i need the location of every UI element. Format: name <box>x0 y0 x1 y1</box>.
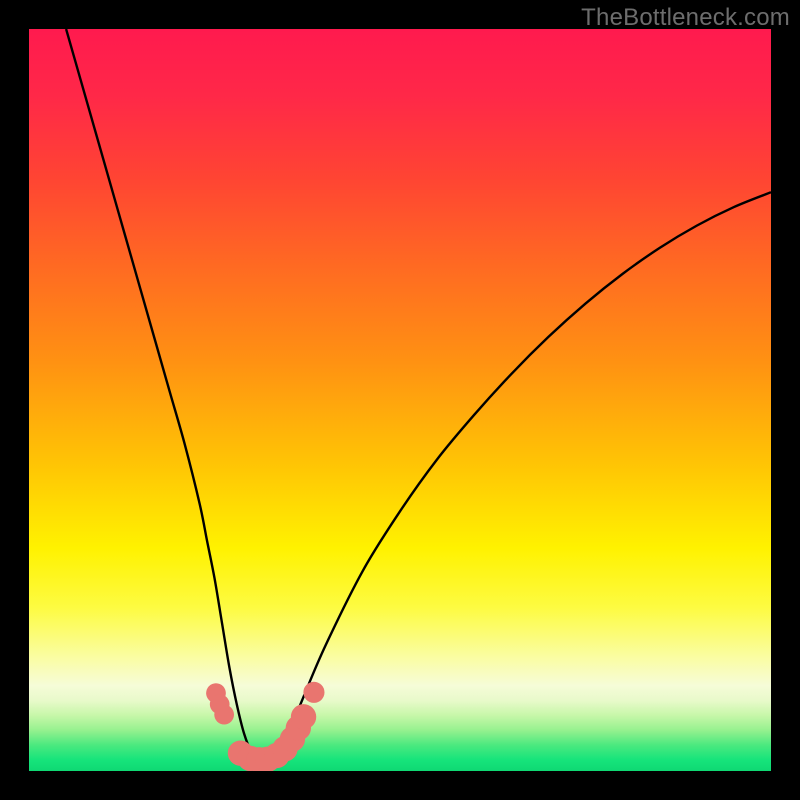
data-point <box>214 705 234 725</box>
data-point <box>291 704 316 729</box>
outer-frame: TheBottleneck.com <box>0 0 800 800</box>
data-point <box>303 682 324 703</box>
gradient-background <box>29 29 771 771</box>
chart-svg <box>29 29 771 771</box>
plot-area <box>29 29 771 771</box>
watermark-text: TheBottleneck.com <box>581 4 790 32</box>
